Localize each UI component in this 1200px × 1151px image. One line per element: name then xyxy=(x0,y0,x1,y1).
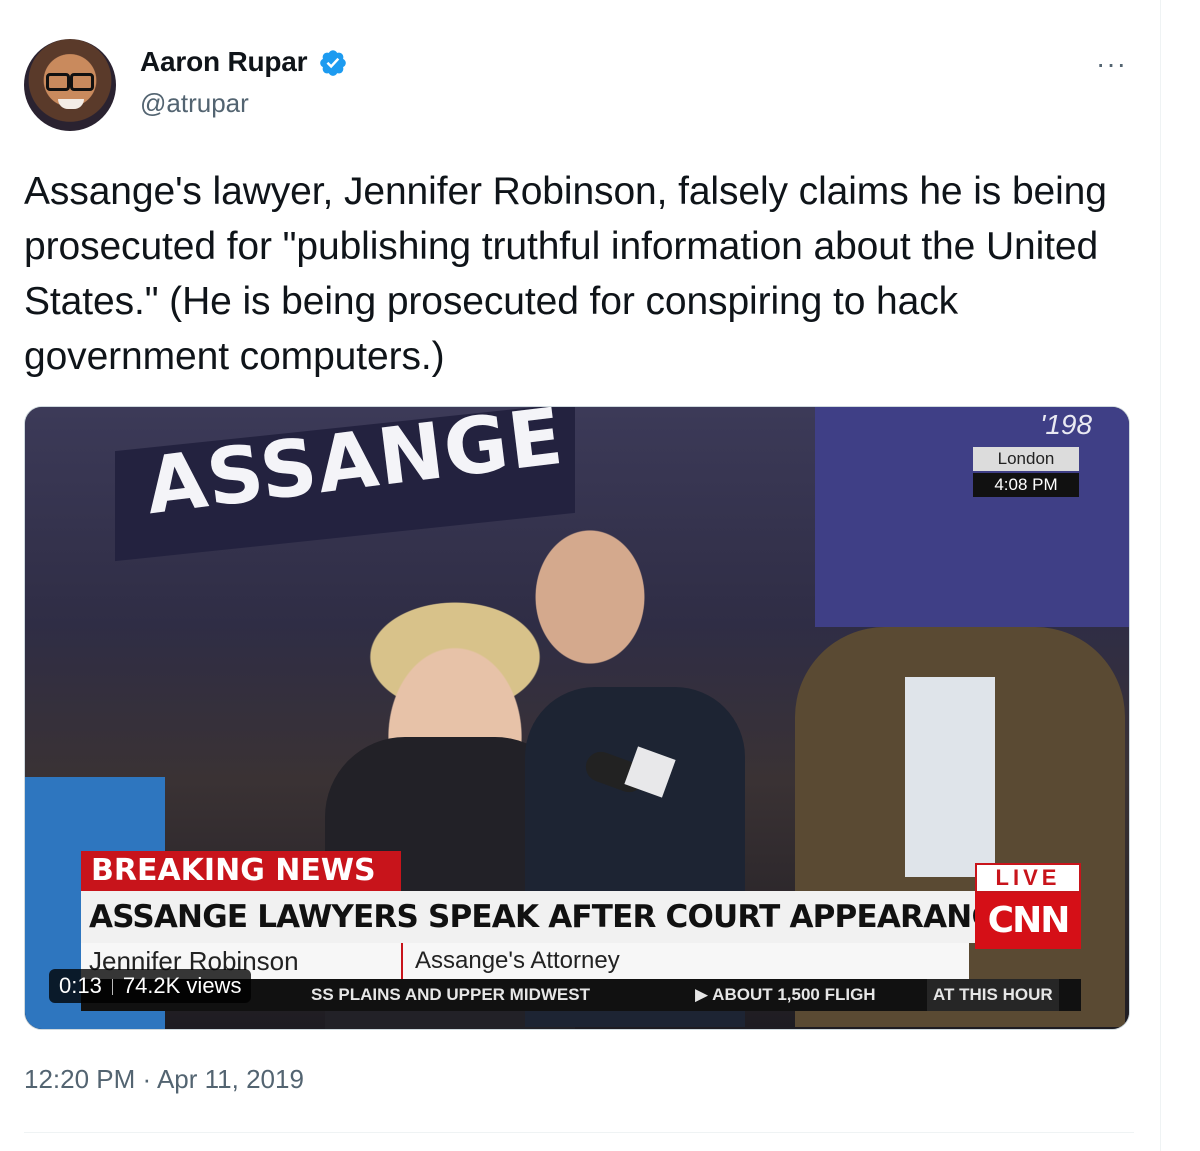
meta-separator xyxy=(111,979,113,996)
author-handle[interactable]: @atrupar xyxy=(140,88,249,119)
breaking-news-label: BREAKING NEWS xyxy=(81,851,401,891)
bottom-divider xyxy=(24,1132,1134,1133)
avatar-glasses xyxy=(46,73,94,91)
location-time: 4:08 PM xyxy=(973,473,1079,497)
verified-badge-icon xyxy=(320,50,346,76)
more-options-icon[interactable]: ··· xyxy=(1096,48,1127,80)
ticker-segment: AT THIS HOUR xyxy=(927,979,1059,1011)
live-label: LIVE xyxy=(995,865,1061,890)
avatar-smile xyxy=(58,99,84,109)
video-views: 74.2K views xyxy=(122,973,242,998)
live-badge: LIVE xyxy=(975,863,1081,893)
ticker-segment: ▶ ABOUT 1,500 FLIGH xyxy=(695,985,876,1004)
location-box: London 4:08 PM xyxy=(973,447,1079,499)
cnn-logo: CNN xyxy=(975,893,1081,949)
location-city: London xyxy=(973,447,1079,471)
author-name[interactable]: Aaron Rupar xyxy=(140,46,308,78)
poster-text: '198 xyxy=(1040,409,1093,440)
video-duration: 0:13 xyxy=(59,973,102,998)
crowd-shirt xyxy=(905,677,995,877)
right-border xyxy=(1160,0,1161,1151)
news-headline: ASSANGE LAWYERS SPEAK AFTER COURT APPEAR… xyxy=(81,891,977,943)
tweet-timestamp[interactable]: 12:20 PM · Apr 11, 2019 xyxy=(24,1064,304,1095)
avatar[interactable] xyxy=(24,39,116,131)
speaker-title: Assange's Attorney xyxy=(401,943,620,979)
video-player[interactable]: ASSANGE '198 London 4:08 PM BREAKING NEW… xyxy=(24,406,1130,1030)
tweet-text: Assange's lawyer, Jennifer Robinson, fal… xyxy=(24,170,1107,378)
ticker-segment: SS PLAINS AND UPPER MIDWEST xyxy=(311,985,590,1004)
video-meta-badge: 0:13 74.2K views xyxy=(49,969,252,1003)
